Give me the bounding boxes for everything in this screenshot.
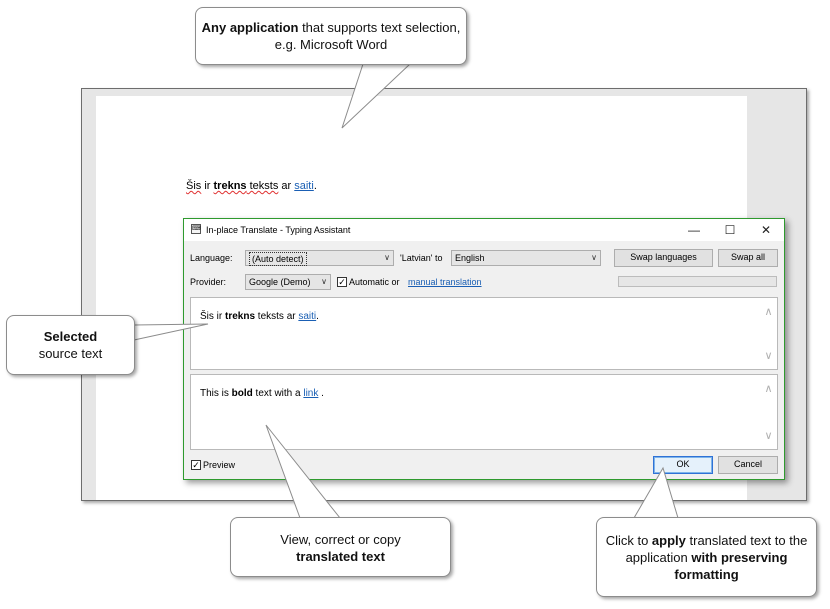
callout-bold-text: with preserving formatting xyxy=(674,550,788,582)
callout-text: Click to xyxy=(605,533,652,548)
callout-bold-text: translated text xyxy=(296,549,385,564)
left-callout-tail xyxy=(133,323,209,341)
callout-bold-text: Selected xyxy=(43,329,98,344)
top-callout-tail xyxy=(341,63,412,129)
callout-apply-translation: Click to apply translated text to the ap… xyxy=(596,517,817,597)
callout-bold-text: apply xyxy=(651,533,686,548)
right-callout-tail xyxy=(633,466,679,519)
callout-text: View, correct or copy xyxy=(280,532,401,547)
callout-text: that supports text selection, e.g. Micro… xyxy=(274,20,461,52)
callout-text: source text xyxy=(38,346,103,361)
callout-translated-text: View, correct or copy translated text xyxy=(230,517,451,577)
callout-selected-source: Selected source text xyxy=(6,315,135,375)
mid-callout-tail xyxy=(265,424,342,519)
callout-bold-text: Any application xyxy=(201,20,299,35)
callout-any-application: Any application that supports text selec… xyxy=(195,7,467,65)
